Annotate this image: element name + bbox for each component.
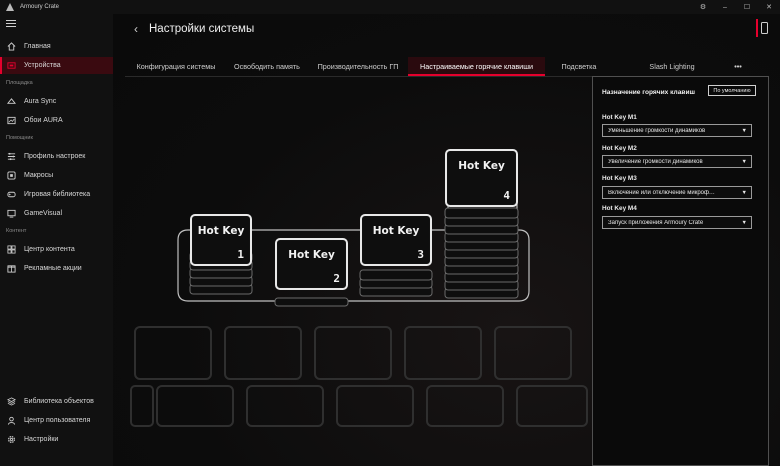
hotkey-m2-label: Hot Key M2 <box>602 145 637 152</box>
sidebar-item-label: Настройки <box>24 436 59 443</box>
section-content: Контент <box>6 228 27 234</box>
hotkey-assignment-panel: Назначение горячих клавиш По умолчанию H… <box>592 76 769 466</box>
gamevisual-icon <box>7 209 16 218</box>
back-arrow-icon[interactable]: ‹ <box>134 22 138 36</box>
select-value: Включение или отключение микроф… <box>608 189 715 196</box>
sidebar-item-promotions[interactable]: Рекламные акции <box>0 260 113 277</box>
sidebar-item-label: GameVisual <box>24 210 63 217</box>
reset-default-button[interactable]: По умолчанию <box>708 85 756 96</box>
promo-icon <box>7 264 16 273</box>
sidebar-item-aura-wallpaper[interactable]: Обои AURA <box>0 112 113 129</box>
tab-system-config[interactable]: Конфигурация системы <box>129 57 223 75</box>
hotkey-number: 3 <box>417 248 424 261</box>
hotkey-3-key: Hot Key 3 <box>360 214 432 266</box>
sidebar-item-home[interactable]: Главная <box>0 38 113 55</box>
hotkey-label: Hot Key <box>372 225 420 237</box>
maximize-button[interactable]: ☐ <box>736 0 758 14</box>
hotkey-m1-label: Hot Key M1 <box>602 114 637 121</box>
hotkey-number: 1 <box>237 248 244 261</box>
sidebar-item-label: Рекламные акции <box>24 265 82 272</box>
sidebar-item-label: Игровая библиотека <box>24 191 91 198</box>
sidebar-item-label: Центр пользователя <box>24 417 91 424</box>
sidebar-item-label: Профиль настроек <box>24 153 86 160</box>
sidebar-item-aura-sync[interactable]: Aura Sync <box>0 93 113 110</box>
section-platform: Площадка <box>6 80 33 86</box>
select-value: Увеличение громкости динамиков <box>608 158 703 165</box>
tab-free-memory[interactable]: Освободить память <box>229 57 305 75</box>
sidebar-item-label: Библиотека объектов <box>24 398 94 405</box>
sidebar-item-user-center[interactable]: Центр пользователя <box>0 412 113 429</box>
tab-bar: Конфигурация системы Освободить память П… <box>125 57 780 76</box>
sidebar-item-content-center[interactable]: Центр контента <box>0 241 113 258</box>
sidebar-item-label: Макросы <box>24 172 54 179</box>
user-center-icon <box>7 416 16 425</box>
section-help: Помощник <box>6 135 33 141</box>
tab-custom-hotkeys[interactable]: Настраиваемые горячие клавиши <box>408 57 545 76</box>
settings-icon <box>7 435 16 444</box>
sidebar-item-settings[interactable]: Настройки <box>0 431 113 448</box>
rog-logo-icon <box>6 3 14 11</box>
hotkey-m4-label: Hot Key M4 <box>602 205 637 212</box>
asset-library-icon <box>7 397 16 406</box>
device-phone-icon[interactable] <box>756 19 770 37</box>
sidebar: Главная Устройства Площадка Aura Sync Об… <box>0 14 113 466</box>
sidebar-item-macros[interactable]: Макросы <box>0 167 113 184</box>
panel-title: Назначение горячих клавиш <box>602 89 695 96</box>
sidebar-item-devices[interactable]: Устройства <box>0 57 113 74</box>
hotkey-number: 2 <box>333 272 340 285</box>
hotkey-4-key: Hot Key 4 <box>445 149 518 207</box>
tab-lighting[interactable]: Подсветка <box>557 57 601 75</box>
hotkey-label: Hot Key <box>288 249 335 261</box>
hotkey-number: 4 <box>503 189 510 202</box>
select-value: Уменьшение громкости динамиков <box>608 127 706 134</box>
window-controls: ⚙ – ☐ ✕ <box>692 0 780 14</box>
sidebar-item-label: Обои AURA <box>24 117 63 124</box>
hotkey-1-key: Hot Key 1 <box>190 214 252 266</box>
sidebar-item-label: Центр контента <box>24 246 75 253</box>
content-center-icon <box>7 245 16 254</box>
tab-slash-lighting[interactable]: Slash Lighting <box>643 57 701 75</box>
devices-icon <box>7 61 16 70</box>
hotkey-label: Hot Key <box>197 225 245 237</box>
sidebar-item-asset-library[interactable]: Библиотека объектов <box>0 393 113 410</box>
game-library-icon <box>7 190 16 199</box>
tab-gpu-performance[interactable]: Производительность ГП <box>313 57 403 75</box>
hotkey-m3-select[interactable]: Включение или отключение микроф… ▼ <box>602 186 752 199</box>
wallpaper-icon <box>7 116 16 125</box>
sidebar-item-label: Главная <box>24 43 51 50</box>
aura-sync-icon <box>7 97 16 106</box>
caret-down-icon: ▼ <box>741 128 747 134</box>
hotkey-m2-select[interactable]: Увеличение громкости динамиков ▼ <box>602 155 752 168</box>
caret-down-icon: ▼ <box>741 190 747 196</box>
settings-gear-icon[interactable]: ⚙ <box>692 0 714 14</box>
hotkey-illustration: Hot Key 1 Hot Key 2 Hot Key 3 Hot Key 4 <box>113 84 593 464</box>
hamburger-menu-icon[interactable] <box>6 20 16 28</box>
select-value: Запуск приложения Armoury Crate <box>608 219 704 226</box>
tab-more-icon[interactable]: ••• <box>725 57 751 75</box>
caret-down-icon: ▼ <box>741 159 747 165</box>
close-button[interactable]: ✕ <box>758 0 780 14</box>
hotkey-label: Hot Key <box>458 160 505 172</box>
home-icon <box>7 42 16 51</box>
sidebar-item-label: Устройства <box>24 62 61 69</box>
hotkey-2-key: Hot Key 2 <box>275 238 348 290</box>
sidebar-item-profile[interactable]: Профиль настроек <box>0 148 113 165</box>
sidebar-item-label: Aura Sync <box>24 98 57 105</box>
hotkey-m4-select[interactable]: Запуск приложения Armoury Crate ▼ <box>602 216 752 229</box>
main-content: ‹ Настройки системы Конфигурация системы… <box>113 14 780 466</box>
sidebar-item-gamevisual[interactable]: GameVisual <box>0 205 113 222</box>
sidebar-item-game-library[interactable]: Игровая библиотека <box>0 186 113 203</box>
macro-icon <box>7 171 16 180</box>
title-bar: Armoury Crate ⚙ – ☐ ✕ <box>0 0 780 14</box>
app-title: Armoury Crate <box>20 4 60 10</box>
page-title: Настройки системы <box>149 23 255 35</box>
hotkey-m3-label: Hot Key M3 <box>602 175 637 182</box>
profile-icon <box>7 152 16 161</box>
minimize-button[interactable]: – <box>714 0 736 14</box>
keyboard-graphic <box>130 161 588 427</box>
hotkey-m1-select[interactable]: Уменьшение громкости динамиков ▼ <box>602 124 752 137</box>
caret-down-icon: ▼ <box>741 220 747 226</box>
